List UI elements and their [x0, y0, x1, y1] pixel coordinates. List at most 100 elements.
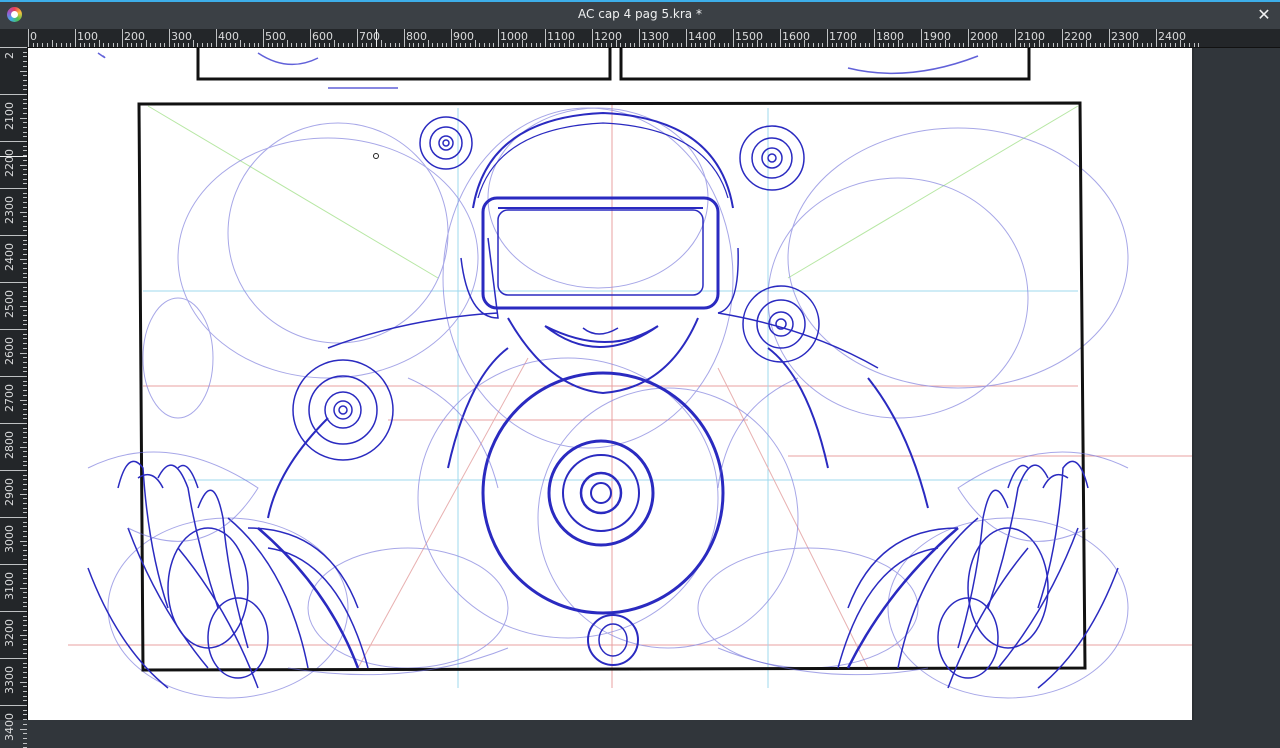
ruler-label: 2000 — [970, 30, 998, 43]
ruler-label: 900 — [453, 30, 474, 43]
ruler-minor-tick — [667, 43, 669, 47]
ruler-minor-tick — [747, 43, 749, 47]
ruler-minor-tick — [23, 319, 27, 321]
ruler-minor-tick — [1198, 43, 1200, 47]
ruler-minor-tick — [460, 43, 462, 47]
ruler-minor-tick — [798, 43, 800, 47]
ruler-minor-tick — [234, 43, 236, 47]
ruler-minor-tick — [239, 40, 241, 47]
ruler-minor-tick — [281, 43, 283, 47]
ruler-minor-tick — [1000, 43, 1002, 47]
ruler-minor-tick — [23, 291, 27, 293]
ruler-minor-tick — [1010, 43, 1012, 47]
ruler-minor-tick — [23, 253, 27, 255]
ruler-minor-tick — [23, 615, 27, 617]
ruler-minor-tick — [1005, 43, 1007, 47]
canvas-viewport[interactable] — [28, 48, 1280, 720]
ruler-minor-tick — [23, 465, 27, 467]
ruler-major-tick — [122, 29, 123, 47]
ruler-minor-tick — [577, 43, 579, 47]
ruler-minor-tick — [23, 686, 27, 688]
ruler-minor-tick — [23, 695, 27, 697]
ruler-minor-tick — [516, 43, 518, 47]
ruler-minor-tick — [1057, 43, 1059, 47]
ruler-minor-tick — [563, 43, 565, 47]
ruler-minor-tick — [267, 43, 269, 47]
ruler-minor-tick — [23, 277, 27, 279]
ruler-minor-tick — [23, 136, 27, 138]
ruler-minor-tick — [23, 314, 27, 316]
ruler-minor-tick — [1066, 43, 1068, 47]
ruler-minor-tick — [206, 43, 208, 47]
ruler-minor-tick — [906, 43, 908, 47]
ruler-minor-tick — [154, 43, 156, 47]
ruler-major-tick — [0, 94, 27, 95]
ruler-minor-tick — [37, 43, 39, 47]
ruler-minor-tick — [131, 43, 133, 47]
sketch-artwork[interactable] — [28, 48, 1192, 720]
ruler-major-tick — [874, 29, 875, 47]
ruler-label: 3100 — [3, 572, 16, 600]
ruler-major-tick — [216, 29, 217, 47]
ruler-minor-tick — [23, 667, 27, 669]
ruler-minor-tick — [23, 249, 27, 251]
ruler-minor-tick — [23, 300, 27, 302]
horizontal-ruler[interactable]: 0 100 200 300 400 500 600 700 800 900 1000 1100 1200… — [0, 29, 1280, 48]
ruler-major-tick — [451, 29, 452, 47]
ruler-minor-tick — [23, 197, 27, 199]
ruler-minor-tick — [643, 43, 645, 47]
ruler-minor-tick — [23, 56, 27, 58]
ruler-minor-tick — [620, 43, 622, 47]
ruler-label: 1200 — [594, 30, 622, 43]
ruler-minor-tick — [211, 43, 213, 47]
close-window-button[interactable]: ✕ — [1255, 5, 1273, 25]
ruler-major-tick — [263, 29, 264, 47]
ruler-major-tick — [75, 29, 76, 47]
ruler-minor-tick — [23, 554, 27, 556]
ruler-minor-tick — [573, 43, 575, 47]
ruler-minor-tick — [23, 108, 27, 110]
ruler-minor-tick — [23, 178, 27, 180]
ruler-minor-tick — [23, 709, 27, 711]
ruler-minor-tick — [972, 43, 974, 47]
ruler-minor-tick — [352, 43, 354, 47]
ruler-minor-tick — [23, 366, 27, 368]
ruler-minor-tick — [695, 43, 697, 47]
ruler-minor-tick — [394, 43, 396, 47]
vertical-ruler[interactable]: 2 2100 2200 2300 2400 2500 2600 2700 2800 2900 300… — [0, 47, 28, 748]
ruler-minor-tick — [23, 216, 27, 218]
ruler-label: 2700 — [3, 384, 16, 412]
ruler-minor-tick — [23, 714, 27, 716]
ruler-minor-tick — [455, 43, 457, 47]
ruler-minor-tick — [20, 493, 27, 495]
ruler-minor-tick — [371, 43, 373, 47]
ruler-minor-tick — [23, 286, 27, 288]
ruler-major-tick — [1062, 29, 1063, 47]
ruler-minor-tick — [1193, 43, 1195, 47]
ruler-minor-tick — [1080, 43, 1082, 47]
ruler-minor-tick — [502, 43, 504, 47]
ruler-major-tick — [0, 188, 27, 189]
ruler-minor-tick — [1127, 43, 1129, 47]
ruler-minor-tick — [23, 347, 27, 349]
ruler-minor-tick — [42, 43, 44, 47]
ruler-minor-tick — [469, 43, 471, 47]
ruler-major-tick — [545, 29, 546, 47]
ruler-minor-tick — [23, 498, 27, 500]
ruler-minor-tick — [23, 578, 27, 580]
ruler-minor-tick — [878, 43, 880, 47]
ruler-minor-tick — [220, 43, 222, 47]
ruler-minor-tick — [676, 43, 678, 47]
ruler-minor-tick — [23, 451, 27, 453]
ruler-minor-tick — [841, 43, 843, 47]
ruler-cursor-marker-vertical — [0, 156, 27, 157]
ruler-label: 2300 — [1111, 30, 1139, 43]
ruler-minor-tick — [690, 43, 692, 47]
ruler-minor-tick — [587, 43, 589, 47]
ruler-minor-tick — [488, 43, 490, 47]
ruler-minor-tick — [1094, 43, 1096, 47]
eye-orbs — [292, 116, 820, 461]
canvas-page[interactable] — [28, 48, 1192, 720]
ruler-major-tick — [0, 564, 27, 565]
ruler-cursor-marker-horizontal — [376, 29, 377, 47]
